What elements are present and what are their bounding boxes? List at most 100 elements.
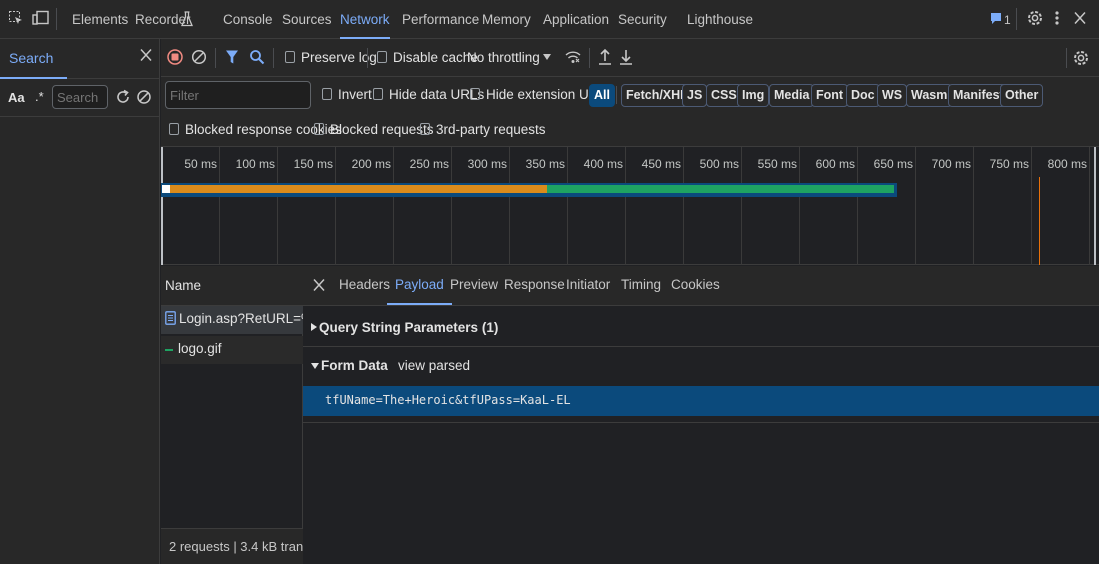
timeline-overview[interactable]: 50 ms 100 ms 150 ms 200 ms 250 ms 300 ms…	[161, 147, 1099, 265]
divider	[303, 346, 1099, 347]
divider	[1016, 8, 1017, 30]
tick-label: 200 ms	[351, 157, 391, 171]
stop-recording-icon[interactable]	[167, 49, 183, 65]
type-filter-all[interactable]: All	[589, 84, 615, 107]
settings-gear-icon[interactable]	[1026, 9, 1044, 27]
tick-label: 400 ms	[583, 157, 623, 171]
regex-toggle[interactable]: .*	[35, 89, 44, 104]
tab-security[interactable]: Security	[618, 0, 667, 39]
type-filter-wasm[interactable]: Wasm	[906, 84, 953, 107]
clear-log-icon[interactable]	[191, 49, 207, 65]
form-data-title: Form Data	[321, 358, 388, 373]
details-tab-bar: Headers Payload Preview Response Initiat…	[303, 266, 1099, 306]
form-data-section[interactable]: Form Data	[311, 358, 388, 373]
tab-network[interactable]: Network	[340, 0, 390, 39]
tab-sources[interactable]: Sources	[282, 0, 332, 39]
inspect-element-icon[interactable]	[8, 10, 24, 26]
gridline	[1031, 147, 1032, 265]
tab-cookies[interactable]: Cookies	[671, 277, 720, 292]
throttling-select[interactable]: No throttling	[467, 50, 540, 65]
tab-timing[interactable]: Timing	[621, 277, 661, 292]
tab-response[interactable]: Response	[504, 277, 565, 292]
network-settings-gear-icon[interactable]	[1072, 49, 1090, 67]
tab-payload[interactable]: Payload	[387, 277, 452, 305]
query-string-section[interactable]: Query String Parameters (1)	[311, 320, 498, 335]
overview-left-handle[interactable]	[161, 147, 163, 265]
type-filter-img[interactable]: Img	[737, 84, 770, 107]
throttling-value: No throttling	[467, 50, 540, 65]
search-drawer: Search Aa .*	[0, 39, 160, 564]
gridline	[219, 147, 220, 265]
type-filter-ws[interactable]: WS	[877, 84, 908, 107]
gridline	[799, 147, 800, 265]
match-case-toggle[interactable]: Aa	[8, 90, 25, 105]
tab-lighthouse[interactable]: Lighthouse	[687, 0, 753, 39]
close-details-icon[interactable]	[313, 278, 325, 292]
tab-initiator[interactable]: Initiator	[566, 277, 610, 292]
tab-preview[interactable]: Preview	[450, 277, 498, 292]
preserve-log-checkbox[interactable]: Preserve log	[285, 50, 377, 65]
search-icon[interactable]	[249, 49, 265, 65]
tick-label: 800 ms	[1047, 157, 1087, 171]
type-filter-media[interactable]: Media	[769, 84, 815, 107]
device-toolbar-icon[interactable]	[32, 10, 50, 26]
request-row[interactable]: logo.gif	[161, 336, 303, 364]
tick-label: 300 ms	[467, 157, 507, 171]
request-row[interactable]: Login.asp?RetURL=%2...	[161, 306, 303, 334]
third-party-requests-label: 3rd-party requests	[436, 122, 546, 137]
type-filter-doc[interactable]: Doc	[846, 84, 880, 107]
divider	[589, 48, 590, 68]
gridline	[915, 147, 916, 265]
view-parsed-link[interactable]: view parsed	[398, 358, 470, 373]
disable-cache-checkbox[interactable]: Disable cache	[377, 50, 478, 65]
gridline	[741, 147, 742, 265]
issues-icon[interactable]	[990, 12, 1002, 26]
name-column-header[interactable]: Name	[161, 266, 303, 306]
gridline	[335, 147, 336, 265]
invert-checkbox[interactable]: Invert	[322, 87, 372, 102]
chevron-down-icon[interactable]	[543, 54, 551, 60]
search-drawer-title[interactable]: Search	[0, 50, 68, 79]
hide-data-urls-checkbox[interactable]: Hide data URLs	[373, 87, 484, 102]
invert-label: Invert	[338, 87, 372, 102]
request-bar-download	[547, 185, 894, 193]
close-devtools-icon[interactable]	[1074, 11, 1086, 25]
blocked-requests-checkbox[interactable]: Blocked requests	[314, 122, 434, 137]
tick-label: 450 ms	[641, 157, 681, 171]
tab-memory[interactable]: Memory	[482, 0, 531, 39]
disable-cache-label: Disable cache	[393, 50, 478, 65]
import-har-icon[interactable]	[598, 48, 612, 66]
network-conditions-icon[interactable]	[564, 49, 582, 65]
search-input[interactable]	[52, 85, 108, 109]
filter-bar: Invert Hide data URLs Hide extension URL…	[161, 77, 1099, 113]
tick-label: 750 ms	[989, 157, 1029, 171]
overview-right-handle[interactable]	[1094, 147, 1096, 265]
tab-application[interactable]: Application	[543, 0, 609, 39]
tab-headers[interactable]: Headers	[339, 277, 390, 292]
close-search-icon[interactable]	[140, 48, 152, 62]
type-filter-js[interactable]: JS	[682, 84, 708, 107]
filter-input[interactable]	[165, 81, 311, 109]
document-icon	[165, 311, 176, 325]
type-filter-other[interactable]: Other	[1000, 84, 1044, 107]
divider	[215, 48, 216, 68]
tab-performance[interactable]: Performance	[402, 0, 479, 39]
clear-search-icon[interactable]	[136, 89, 152, 105]
gridline	[393, 147, 394, 265]
tick-label: 500 ms	[699, 157, 739, 171]
third-party-requests-checkbox[interactable]: 3rd-party requests	[420, 122, 546, 137]
gridline	[451, 147, 452, 265]
more-options-icon[interactable]	[1055, 10, 1059, 26]
tab-console[interactable]: Console	[223, 0, 273, 39]
export-har-icon[interactable]	[619, 48, 633, 66]
refresh-icon[interactable]	[115, 89, 131, 105]
blocked-requests-label: Blocked requests	[330, 122, 434, 137]
search-drawer-header: Search	[0, 39, 160, 79]
type-filter-font[interactable]: Font	[811, 84, 849, 107]
filter-icon[interactable]	[225, 49, 239, 65]
load-event-marker	[1039, 177, 1040, 265]
form-data-payload[interactable]: tfUName=The+Heroic&tfUPass=KaaL-EL	[303, 386, 1099, 416]
tick-label: 100 ms	[235, 157, 275, 171]
gridline	[683, 147, 684, 265]
tab-elements[interactable]: Elements	[72, 0, 128, 39]
